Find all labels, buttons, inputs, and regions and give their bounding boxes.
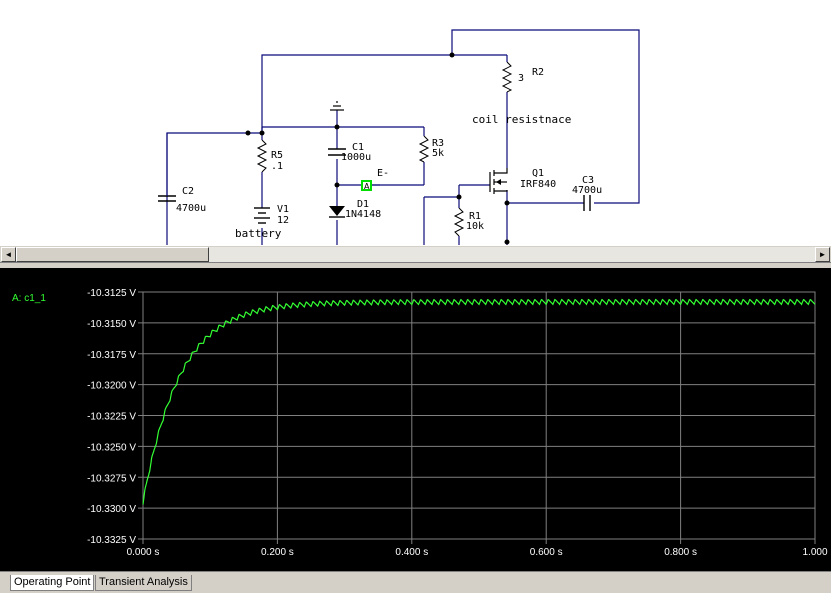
scroll-right-button[interactable]: ► <box>815 247 830 262</box>
schematic-horizontal-scrollbar[interactable]: ◄ ► <box>0 245 831 262</box>
r3-value: 5k <box>432 148 444 159</box>
v1-value: 12 <box>277 215 289 226</box>
schematic-drawing: A R2 3 coil resistnace C2 4700u R5 .1 V1… <box>158 29 640 245</box>
tab-operating-point[interactable]: Operating Point <box>10 575 95 591</box>
probe-marker[interactable]: A <box>364 182 370 191</box>
probe-net-label: E- <box>377 168 389 179</box>
transient-plot-pane[interactable]: -10.3125 V -10.3150 V -10.3175 V -10.3200 V… <box>0 268 831 571</box>
x-tick-label: 0.400 s <box>395 547 428 558</box>
y-tick-label: -10.3125 V <box>87 288 136 299</box>
v1-label: battery <box>235 227 282 240</box>
r1-value: 10k <box>466 221 484 232</box>
tab-transient-analysis[interactable]: Transient Analysis <box>95 575 192 591</box>
trace-c1-1[interactable] <box>142 298 816 505</box>
x-tick-label: 0.600 s <box>530 547 563 558</box>
q1-value: IRF840 <box>520 179 556 190</box>
y-tick-label: -10.3275 V <box>87 473 136 484</box>
y-tick-label: -10.3150 V <box>87 319 136 330</box>
left-arrow-icon: ◄ <box>4 250 13 259</box>
y-tick-label: -10.3175 V <box>87 350 136 361</box>
x-tick-label: 0.800 s <box>664 547 697 558</box>
y-tick-label: -10.3300 V <box>87 504 136 515</box>
x-tick-label: 1.000 <box>802 547 827 558</box>
r5-name: R5 <box>271 150 283 161</box>
v1-name: V1 <box>277 204 289 215</box>
plot-grid <box>138 291 816 544</box>
transient-plot: -10.3125 V -10.3150 V -10.3175 V -10.3200 V… <box>12 288 828 558</box>
y-tick-label: -10.3225 V <box>87 412 136 423</box>
q1-name: Q1 <box>532 168 544 179</box>
scroll-left-button[interactable]: ◄ <box>1 247 16 262</box>
c2-name: C2 <box>182 186 194 197</box>
right-arrow-icon: ► <box>818 250 827 259</box>
analysis-tabs: Operating Point Transient Analysis <box>0 571 831 593</box>
x-tick-label: 0.200 s <box>261 547 294 558</box>
c2-value: 4700u <box>176 203 206 214</box>
r2-value: 3 <box>518 73 524 84</box>
y-tick-label: -10.3250 V <box>87 442 136 453</box>
r2-name: R2 <box>532 67 544 78</box>
x-tick-label: 0.000 s <box>127 547 160 558</box>
c3-value: 4700u <box>572 185 602 196</box>
y-tick-label: -10.3200 V <box>87 381 136 392</box>
schematic-canvas[interactable]: A R2 3 coil resistnace C2 4700u R5 .1 V1… <box>0 0 831 245</box>
r5-value: .1 <box>271 161 283 172</box>
c1-value: 1000u <box>341 152 371 163</box>
trace-label: A: c1_1 <box>12 293 46 304</box>
d1-value: 1N4148 <box>345 209 381 220</box>
coil-label: coil resistnace <box>472 113 571 126</box>
scrollbar-thumb[interactable] <box>16 247 209 262</box>
y-tick-label: -10.3325 V <box>87 535 136 546</box>
